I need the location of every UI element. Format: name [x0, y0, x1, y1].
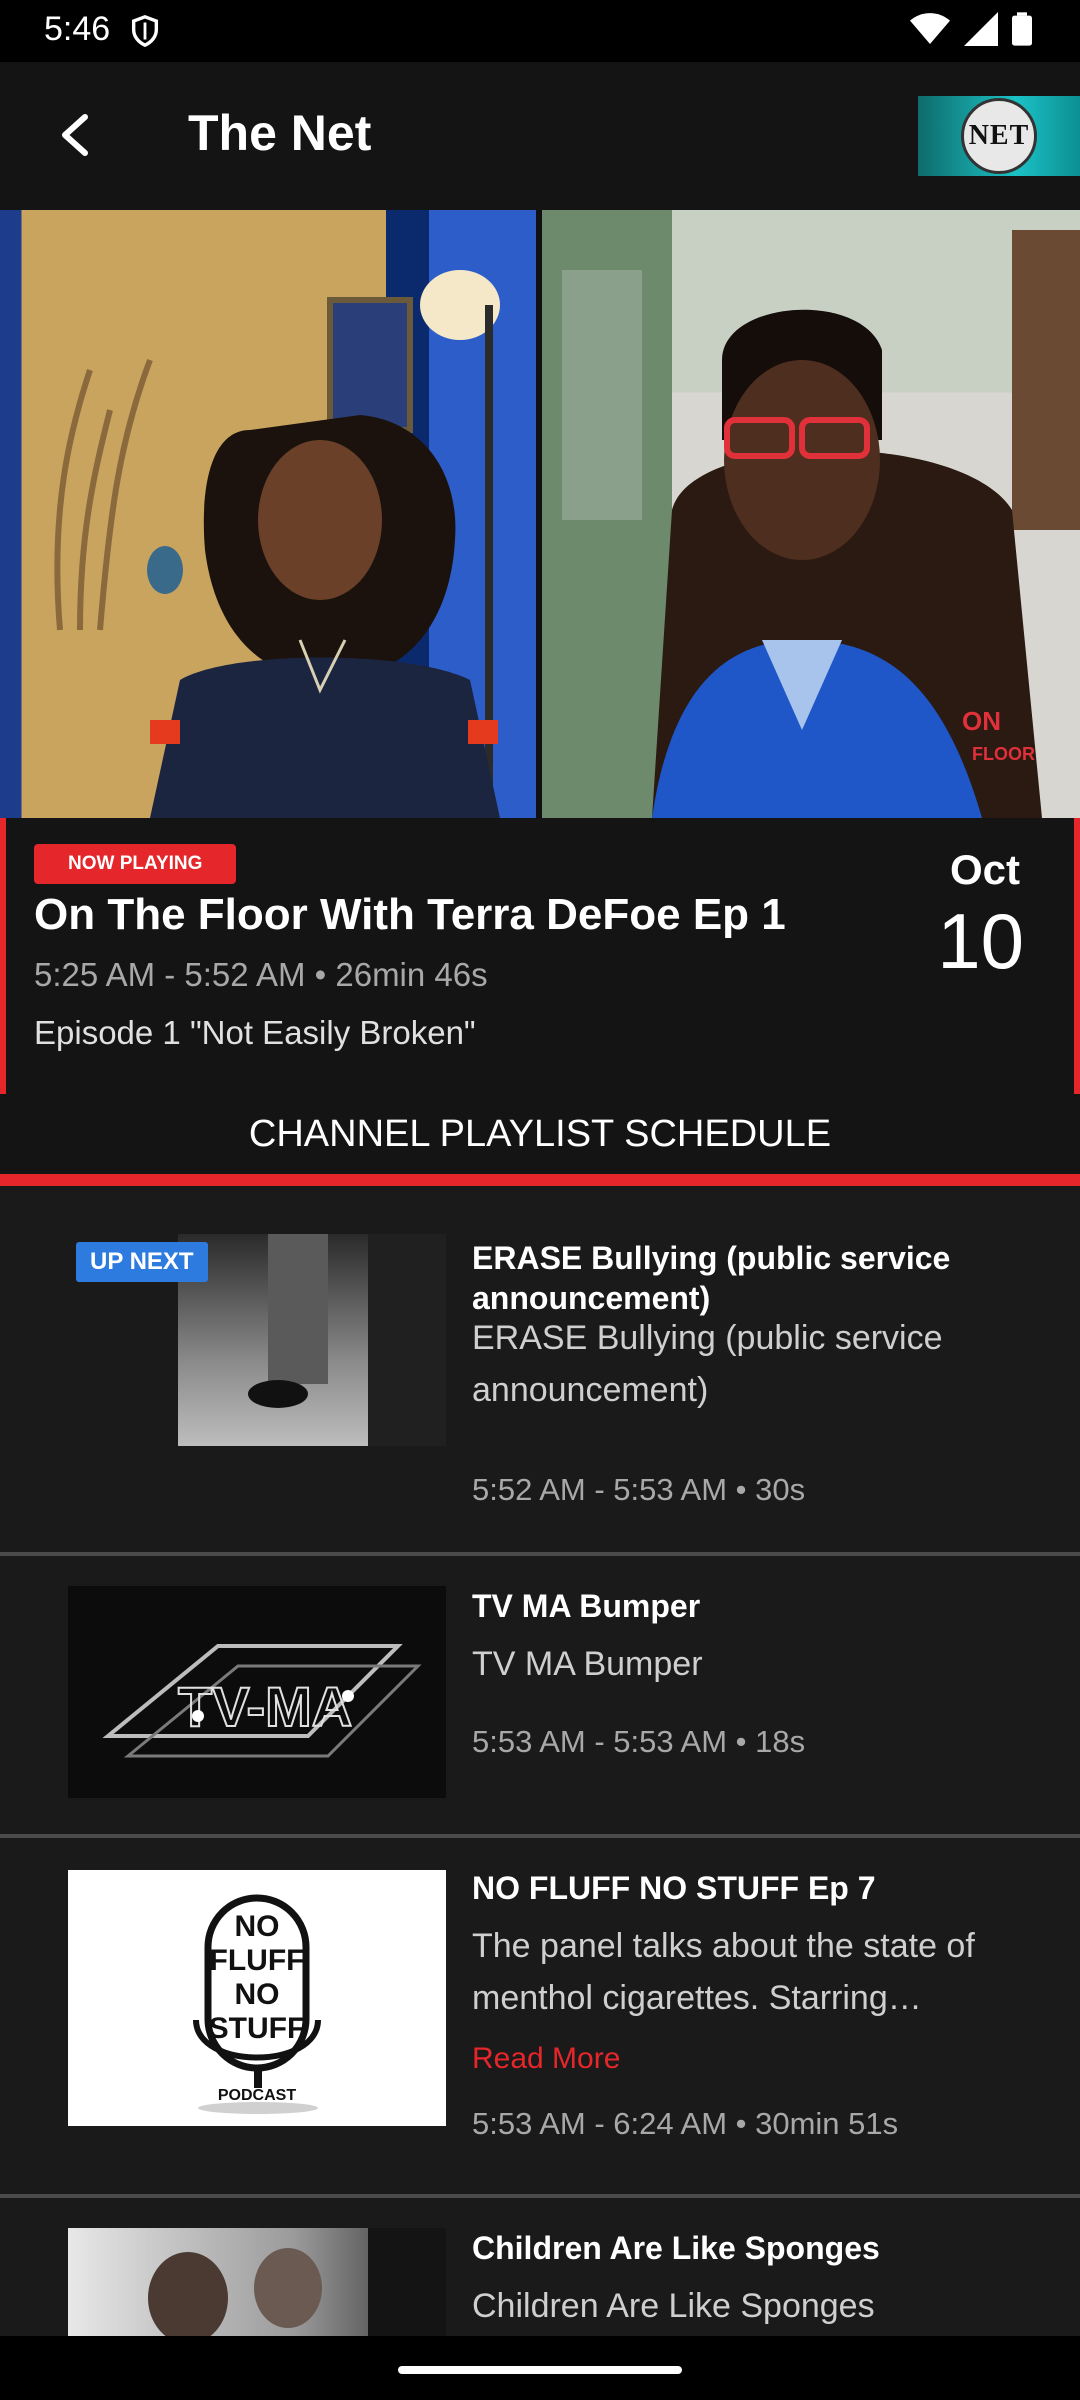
tv-ma-thumbnail-art: TV-MA: [102, 1644, 422, 1758]
podcast-thumbnail-art: NO FLUFF NO STUFF PODCAST: [193, 1894, 321, 2114]
svg-text:FLOOR: FLOOR: [972, 744, 1035, 764]
item-title: NO FLUFF NO STUFF Ep 7: [472, 1870, 876, 1906]
video-pane-left: [0, 210, 536, 818]
item-title: Children Are Like Sponges: [472, 2230, 880, 2266]
status-time: 5:46: [44, 10, 111, 48]
battery-icon: [1012, 12, 1032, 46]
children-thumbnail-art: [148, 2228, 446, 2336]
podcast-logo-word: NO: [235, 1978, 280, 2011]
host-figure: [54, 270, 500, 818]
item-time: 5:53 AM - 5:53 AM • 18s: [472, 1724, 806, 1759]
wifi-icon: [910, 13, 950, 44]
podcast-logo-caption: PODCAST: [218, 2087, 296, 2104]
svg-text:ON: ON: [962, 706, 1001, 736]
status-bar: 5:46: [0, 0, 1080, 62]
guest-figure: ON FLOOR: [542, 210, 1080, 818]
status-icons: [910, 12, 1032, 46]
podcast-logo-word: FLUFF: [210, 1944, 305, 1977]
item-title: ERASE Bullying (public service announcem…: [472, 1240, 951, 1316]
back-arrow-icon: [62, 114, 88, 156]
list-item[interactable]: NO FLUFF NO STUFF PODCAST NO FLUFF NO ST…: [0, 1838, 1080, 2198]
now-playing-title: On The Floor With Terra DeFoe Ep 1: [34, 890, 786, 939]
logo-text: NET: [968, 120, 1030, 151]
date-month: Oct: [949, 846, 1020, 893]
item-description: The panel talks about the state of menth…: [472, 1927, 975, 2017]
item-thumbnail: UP NEXT: [68, 1234, 446, 1446]
podcast-logo-word: STUFF: [209, 2012, 306, 2045]
podcast-logo-word: NO: [235, 1910, 280, 1943]
app-bar: The Net NET: [0, 62, 1080, 210]
item-description: TV MA Bumper: [472, 1645, 703, 1683]
list-item[interactable]: UP NEXT ERASE Bullying (public service a…: [0, 1186, 1080, 1556]
video-pane-right: ON FLOOR: [542, 210, 1080, 818]
date-day: 10: [937, 897, 1024, 985]
page-title: The Net: [188, 105, 372, 161]
item-time: 5:52 AM - 5:53 AM • 30s: [472, 1472, 806, 1507]
schedule-divider: [0, 1174, 1080, 1186]
schedule-header: CHANNEL PLAYLIST SCHEDULE: [0, 1094, 1080, 1174]
logo-emblem: NET: [961, 98, 1037, 174]
back-button[interactable]: [40, 100, 110, 170]
item-thumbnail: TV-MA: [68, 1586, 446, 1798]
list-item[interactable]: TV-MA TV MA Bumper TV MA Bumper 5:53 AM …: [0, 1556, 1080, 1838]
playlist-schedule[interactable]: UP NEXT ERASE Bullying (public service a…: [0, 1186, 1080, 2336]
signal-icon: [964, 12, 998, 46]
read-more-link[interactable]: Read More: [472, 2042, 620, 2076]
svg-text:TV-MA: TV-MA: [178, 1675, 352, 1738]
list-item[interactable]: Children Are Like Sponges Children Are L…: [0, 2198, 1080, 2336]
up-next-badge: UP NEXT: [76, 1242, 208, 1282]
item-time: 5:53 AM - 6:24 AM • 30min 51s: [472, 2106, 899, 2141]
now-playing-description: Episode 1 "Not Easily Broken": [34, 1014, 476, 1051]
channel-logo: NET: [918, 96, 1080, 176]
item-description: ERASE Bullying (public service announcem…: [472, 1319, 943, 1409]
item-thumbnail: [68, 2228, 446, 2336]
item-title: TV MA Bumper: [472, 1588, 701, 1624]
shield-icon: [131, 15, 159, 48]
video-player[interactable]: ON FLOOR: [0, 210, 1080, 818]
now-playing-badge: NOW PLAYING: [34, 844, 237, 884]
now-playing-time: 5:25 AM - 5:52 AM • 26min 46s: [34, 956, 488, 993]
item-thumbnail: NO FLUFF NO STUFF PODCAST: [68, 1870, 446, 2126]
system-navigation-bar: [0, 2336, 1080, 2400]
item-description: Children Are Like Sponges: [472, 2287, 875, 2325]
now-playing-card: NOW PLAYING On The Floor With Terra DeFo…: [0, 818, 1080, 1094]
gesture-handle[interactable]: [398, 2366, 682, 2374]
